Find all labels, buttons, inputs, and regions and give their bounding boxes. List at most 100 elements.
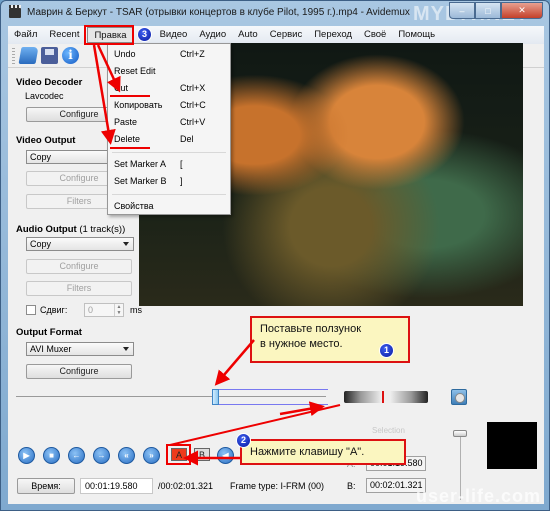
step-badge-2: 2 — [236, 433, 251, 448]
output-format-title: Output Format — [16, 327, 82, 338]
step-badge-3: 3 — [137, 27, 152, 42]
selection-range — [214, 389, 328, 405]
menu-item-reset-edit[interactable]: Reset Edit — [108, 63, 230, 79]
menu-item-undo[interactable]: Undo Ctrl+Z — [108, 46, 230, 62]
output-format-value: AVI Muxer — [30, 344, 72, 354]
jog-shuttle[interactable] — [344, 391, 428, 403]
callout-2-text: Нажмите клавишу "A". — [250, 446, 365, 458]
menu-go[interactable]: Переход — [308, 27, 358, 43]
video-decoder-title: Video Decoder — [16, 77, 83, 88]
menu-item-set-marker-a[interactable]: Set Marker A [ — [108, 156, 230, 172]
audio-shift-unit: ms — [130, 305, 142, 315]
chevron-down-icon — [123, 347, 129, 351]
window-title: Маврин & Беркут - TSAR (отрывки концерто… — [27, 7, 410, 18]
menu-item-shortcut: Ctrl+V — [180, 117, 206, 127]
prev-keyframe-icon[interactable]: « — [118, 447, 135, 464]
menu-separator — [112, 194, 226, 195]
title-bar: Маврин & Беркут - TSAR (отрывки концерто… — [1, 1, 549, 25]
audio-output-title: Audio Output (1 track(s)) — [16, 224, 125, 235]
volume-icon[interactable] — [451, 389, 467, 405]
audio-output-title-text: Audio Output — [16, 224, 77, 235]
menu-item-label: Свойства — [114, 201, 154, 211]
clapperboard-icon — [9, 5, 21, 18]
step-badge-1: 1 — [379, 343, 394, 358]
menu-item-copy[interactable]: Копировать Ctrl+C — [108, 97, 230, 113]
menu-item-set-marker-b[interactable]: Set Marker B] — [108, 173, 230, 189]
toolbar-grip[interactable] — [12, 48, 15, 64]
next-frame-icon[interactable]: → — [93, 447, 110, 464]
audio-shift-spinbox[interactable]: 0 ▲ ▼ — [84, 303, 124, 317]
audio-filters-button[interactable]: Filters — [26, 281, 132, 296]
time-button[interactable]: Время: — [17, 478, 75, 494]
spin-arrows-icon[interactable]: ▲ ▼ — [114, 304, 123, 316]
audio-track-count: (1 track(s)) — [79, 224, 126, 235]
output-format-select[interactable]: AVI Muxer — [26, 342, 134, 356]
menu-item-label: Undo — [114, 49, 136, 59]
minimize-button[interactable]: – — [449, 2, 475, 19]
chevron-down-icon — [123, 242, 129, 246]
menu-item-label: Paste — [114, 117, 138, 127]
callout-step-2: Нажмите клавишу "A". — [240, 439, 406, 465]
timeline-area — [8, 382, 544, 422]
menu-item-delete[interactable]: Delete Del — [108, 131, 230, 147]
audio-output-configure-button[interactable]: Configure — [26, 259, 132, 274]
frame-type: Frame type: I-FRM (00) — [230, 481, 325, 491]
menu-item-shortcut: [ — [180, 159, 183, 169]
prev-frame-icon[interactable]: ← — [68, 447, 85, 464]
underline-delete — [110, 147, 150, 149]
video-decoder-codec: Lavcodec — [25, 91, 64, 101]
save-icon[interactable] — [41, 47, 58, 64]
output-format-configure-button[interactable]: Configure — [26, 364, 132, 379]
audio-shift-label: Сдвиг: — [40, 305, 68, 315]
audio-meter-preview — [487, 422, 537, 469]
menu-separator — [112, 152, 226, 153]
set-marker-b-button[interactable]: B — [194, 448, 210, 461]
menu-help[interactable]: Помощь — [392, 27, 441, 43]
menu-item-paste[interactable]: Paste Ctrl+V — [108, 114, 230, 130]
jog-indicator — [382, 391, 384, 403]
menu-item-properties[interactable]: Свойства — [108, 198, 230, 214]
menu-item-label: Delete — [114, 134, 141, 144]
goto-marker-icon[interactable]: ◀ — [217, 447, 234, 464]
menu-audio[interactable]: Аудио — [193, 27, 232, 43]
menu-item-cut[interactable]: Cut Ctrl+X — [108, 80, 230, 96]
close-button[interactable]: ✕ — [501, 2, 543, 19]
menu-custom[interactable]: Своё — [358, 27, 392, 43]
highlight-box-marker-a — [166, 444, 191, 465]
info-icon[interactable]: i — [62, 47, 79, 64]
play-icon[interactable]: ▶ — [18, 447, 35, 464]
menu-item-shortcut: Ctrl+Z — [180, 49, 205, 59]
menu-recent[interactable]: Recent — [43, 27, 85, 43]
menu-item-label: Cut — [114, 83, 129, 93]
video-output-title: Video Output — [16, 135, 76, 146]
next-keyframe-icon[interactable]: » — [143, 447, 160, 464]
underline-cut — [110, 95, 150, 97]
audio-shift-checkbox[interactable] — [26, 305, 36, 315]
menu-item-label: Reset Edit — [114, 66, 156, 76]
menu-item-label: Set Marker A — [114, 159, 167, 169]
maximize-button[interactable]: □ — [475, 2, 501, 19]
menu-item-shortcut: Ctrl+X — [180, 83, 206, 93]
selection-title: Selection — [372, 426, 405, 435]
menu-auto[interactable]: Auto — [232, 27, 264, 43]
audio-output-value: Copy — [30, 239, 52, 249]
menu-item-shortcut: Del — [180, 134, 194, 144]
open-folder-icon[interactable] — [18, 47, 39, 64]
timeline-slider-handle[interactable] — [212, 389, 219, 405]
menu-item-label: Копировать — [114, 100, 163, 110]
current-time-field[interactable]: 00:01:19.580 — [80, 478, 153, 494]
menu-video[interactable]: Видео — [154, 27, 194, 43]
menu-item-shortcut: ] — [180, 176, 183, 186]
volume-slider-handle[interactable] — [453, 430, 467, 437]
edit-menu-dropdown: Undo Ctrl+Z Reset Edit Cut Ctrl+X Копирова… — [107, 43, 231, 215]
menu-item-label: Set Marker B — [114, 176, 167, 186]
audio-output-select[interactable]: Copy — [26, 237, 134, 251]
menu-file[interactable]: Файл — [8, 27, 43, 43]
total-time: /00:02:01.321 — [158, 481, 214, 491]
video-output-value: Copy — [30, 152, 52, 162]
menu-tools[interactable]: Сервис — [264, 27, 309, 43]
stop-icon[interactable]: ■ — [43, 447, 60, 464]
highlight-box-edit-menu — [84, 25, 134, 45]
callout-1-line1: Поставьте ползунок — [260, 323, 362, 335]
menu-item-shortcut: Ctrl+C — [180, 100, 206, 110]
